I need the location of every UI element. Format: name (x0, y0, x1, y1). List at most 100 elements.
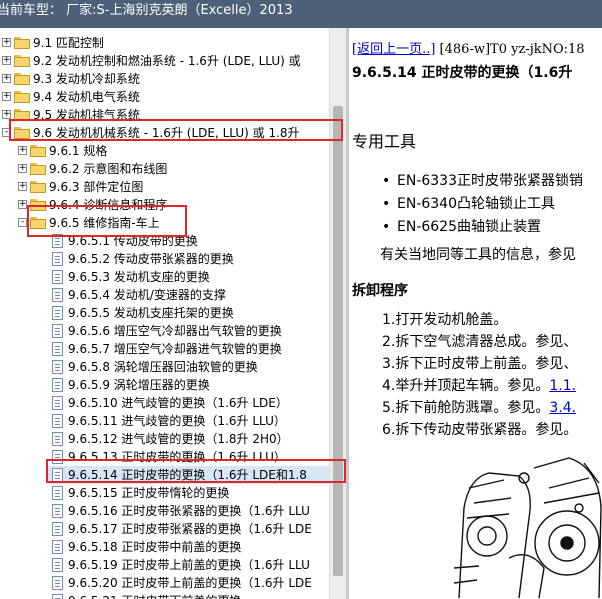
tree-item-label: 9.6.5.8 涡轮增压器回油软管的更换 (68, 360, 258, 374)
expand-icon[interactable]: + (18, 200, 27, 209)
expand-icon[interactable]: + (2, 110, 11, 119)
step-link[interactable]: 3.4. (549, 400, 576, 416)
document-icon (52, 576, 63, 590)
tree-item-label: 9.6.5.15 正时皮带惰轮的更换 (68, 486, 230, 500)
tree-item-label: 9.6.5.17 正时皮带张紧器的更换（1.6升 LDE (68, 522, 312, 536)
tree-doc-item[interactable]: 9.6.5.21 正时皮带下前盖的更换 (0, 592, 330, 599)
folder-icon (30, 181, 46, 193)
tree-item-label: 9.6.5.20 正时皮带上前盖的更换（1.6升 LDE (68, 576, 312, 590)
tree-item-label: 9.2 发动机控制和燃油系统 - 1.6升 (LDE, LLU) 或 (33, 54, 301, 68)
document-icon (52, 342, 63, 356)
tree-item-label: 9.3 发动机冷却系统 (33, 72, 140, 86)
tree-folder-item[interactable]: +9.1 匹配控制 (0, 34, 330, 52)
tree-item-label: 9.6.5.16 正时皮带张紧器的更换（1.6升 LLU (68, 504, 310, 518)
highlight-box-engine-mechanical (9, 119, 343, 141)
tree-item-label: 9.4 发动机电气系统 (33, 90, 140, 104)
expand-icon[interactable]: + (18, 146, 27, 155)
tree-item-label: 9.6.5.2 传动皮带张紧器的更换 (68, 252, 234, 266)
tree-folder-item[interactable]: +9.2 发动机控制和燃油系统 - 1.6升 (LDE, LLU) 或 (0, 52, 330, 70)
document-icon (52, 270, 63, 284)
tools-heading: 专用工具 (352, 132, 417, 151)
tree-doc-item[interactable]: 9.6.5.20 正时皮带上前盖的更换（1.6升 LDE (0, 574, 330, 592)
step-item: 2.拆下空气滤清器总成。参见、 (382, 334, 578, 350)
step-item: 1.打开发动机舱盖。 (382, 312, 508, 328)
tree-item-label: 9.6.5.6 增压空气冷却器出气软管的更换 (68, 324, 282, 338)
tree-doc-item[interactable]: 9.6.5.7 增压空气冷却器进气软管的更换 (0, 340, 330, 358)
collapse-icon[interactable]: - (18, 218, 27, 227)
tree-doc-item[interactable]: 9.6.5.6 增压空气冷却器出气软管的更换 (0, 322, 330, 340)
document-icon (52, 594, 63, 599)
tree-doc-item[interactable]: 9.6.5.9 涡轮增压器的更换 (0, 376, 330, 394)
tree-doc-item[interactable]: 9.6.5.15 正时皮带惰轮的更换 (0, 484, 330, 502)
expand-icon[interactable]: + (18, 164, 27, 173)
tree-item-label: 9.1 匹配控制 (33, 36, 104, 50)
tool-item: • EN-6340凸轮轴锁止工具 (382, 196, 555, 212)
step-item: 6.拆下传动皮带张紧器。参见。 (382, 422, 578, 438)
folder-icon (14, 55, 30, 67)
expand-icon[interactable]: + (2, 74, 11, 83)
tree-doc-item[interactable]: 9.6.5.5 发动机支座托架的更换 (0, 304, 330, 322)
highlight-box-repair-guide (27, 205, 187, 237)
step-item: 3.拆下正时皮带上前盖。参见、 (382, 356, 578, 372)
step-link[interactable]: 1.1. (549, 378, 576, 394)
page-title: 9.6.5.14 正时皮带的更换（1.6升 (352, 65, 573, 81)
document-icon (52, 486, 63, 500)
tree-folder-item[interactable]: +9.3 发动机冷却系统 (0, 70, 330, 88)
document-icon (52, 432, 63, 446)
tree-item-label: 9.6.5.9 涡轮增压器的更换 (68, 378, 210, 392)
document-icon (52, 396, 63, 410)
folder-icon (14, 91, 30, 103)
folder-icon (14, 73, 30, 85)
tree-item-label: 9.6.5.21 正时皮带下前盖的更换 (68, 592, 241, 599)
tree-doc-item[interactable]: 9.6.5.3 发动机支座的更换 (0, 268, 330, 286)
content-nav: [返回上一页..] [486-w]T0 yz-jkNO:18 (352, 38, 585, 57)
tree-scrollbar[interactable] (329, 28, 347, 599)
folder-icon (30, 163, 46, 175)
engine-illustration (453, 457, 602, 599)
expand-icon[interactable]: + (18, 182, 27, 191)
tree-item-label: 9.6.5.10 进气歧管的更换（1.6升 LDE） (68, 396, 288, 410)
document-icon (52, 522, 63, 536)
tree-doc-item[interactable]: 9.6.5.16 正时皮带张紧器的更换（1.6升 LLU (0, 502, 330, 520)
tree-doc-item[interactable]: 9.6.5.8 涡轮增压器回油软管的更换 (0, 358, 330, 376)
expand-icon[interactable]: + (2, 56, 11, 65)
document-icon (52, 540, 63, 554)
document-icon (52, 558, 63, 572)
tree-doc-item[interactable]: 9.6.5.2 传动皮带张紧器的更换 (0, 250, 330, 268)
tree-doc-item[interactable]: 9.6.5.12 进气歧管的更换（1.8升 2H0） (0, 430, 330, 448)
tree-item-label: 9.6.3 部件定位图 (49, 180, 144, 194)
tree-item-label: 9.6.2 示意图和布线图 (49, 162, 168, 176)
folder-icon (30, 145, 46, 157)
content-pane: [返回上一页..] [486-w]T0 yz-jkNO:18 9.6.5.14 … (349, 28, 602, 599)
back-link[interactable]: [返回上一页..] (352, 42, 435, 57)
tree-doc-item[interactable]: 9.6.5.17 正时皮带张紧器的更换（1.6升 LDE (0, 520, 330, 538)
vehicle-title: 当前车型： 厂家:S-上海别克英朗（Excelle）2013 (0, 3, 293, 18)
document-icon (52, 288, 63, 302)
tree-doc-item[interactable]: 9.6.5.19 正时皮带上前盖的更换（1.6升 LLU (0, 556, 330, 574)
tree-item-label: 9.6.5.11 进气歧管的更换（1.6升 LLU） (68, 414, 286, 428)
step-item: 5.拆下前舱防溅罩。参见。3.4. (382, 400, 577, 416)
highlight-box-selected-item (46, 459, 346, 483)
tree-doc-item[interactable]: 9.6.5.18 正时皮带中前盖的更换 (0, 538, 330, 556)
expand-icon[interactable]: + (2, 92, 11, 101)
scrollbar-thumb[interactable] (333, 106, 343, 576)
document-icon (52, 252, 63, 266)
navigation-tree[interactable]: +9.1 匹配控制 +9.2 发动机控制和燃油系统 - 1.6升 (LDE, LL… (0, 28, 346, 599)
tool-item: • EN-6333正时皮带张紧器锁销 (382, 173, 583, 189)
tree-doc-item[interactable]: 9.6.5.4 发动机/变速器的支撑 (0, 286, 330, 304)
tree-folder-item[interactable]: +9.6.3 部件定位图 (0, 178, 330, 196)
tree-doc-item[interactable]: 9.6.5.10 进气歧管的更换（1.6升 LDE） (0, 394, 330, 412)
tree-doc-item[interactable]: 9.6.5.11 进气歧管的更换（1.6升 LLU） (0, 412, 330, 430)
tree-item-label: 9.6.5.12 进气歧管的更换（1.8升 2H0） (68, 432, 289, 446)
tree-folder-item[interactable]: +9.6.2 示意图和布线图 (0, 160, 330, 178)
tool-item: • EN-6625曲轴锁止装置 (382, 219, 541, 235)
tree-item-label: 9.6.5.18 正时皮带中前盖的更换 (68, 540, 242, 554)
tree-item-label: 9.6.5.3 发动机支座的更换 (68, 270, 210, 284)
expand-icon[interactable]: + (2, 38, 11, 47)
document-icon (52, 360, 63, 374)
document-icon (52, 378, 63, 392)
tree-folder-item[interactable]: +9.4 发动机电气系统 (0, 88, 330, 106)
folder-icon (14, 37, 30, 49)
tree-folder-item[interactable]: +9.6.1 规格 (0, 142, 330, 160)
tools-note: 有关当地同等工具的信息，参见 (380, 247, 576, 263)
